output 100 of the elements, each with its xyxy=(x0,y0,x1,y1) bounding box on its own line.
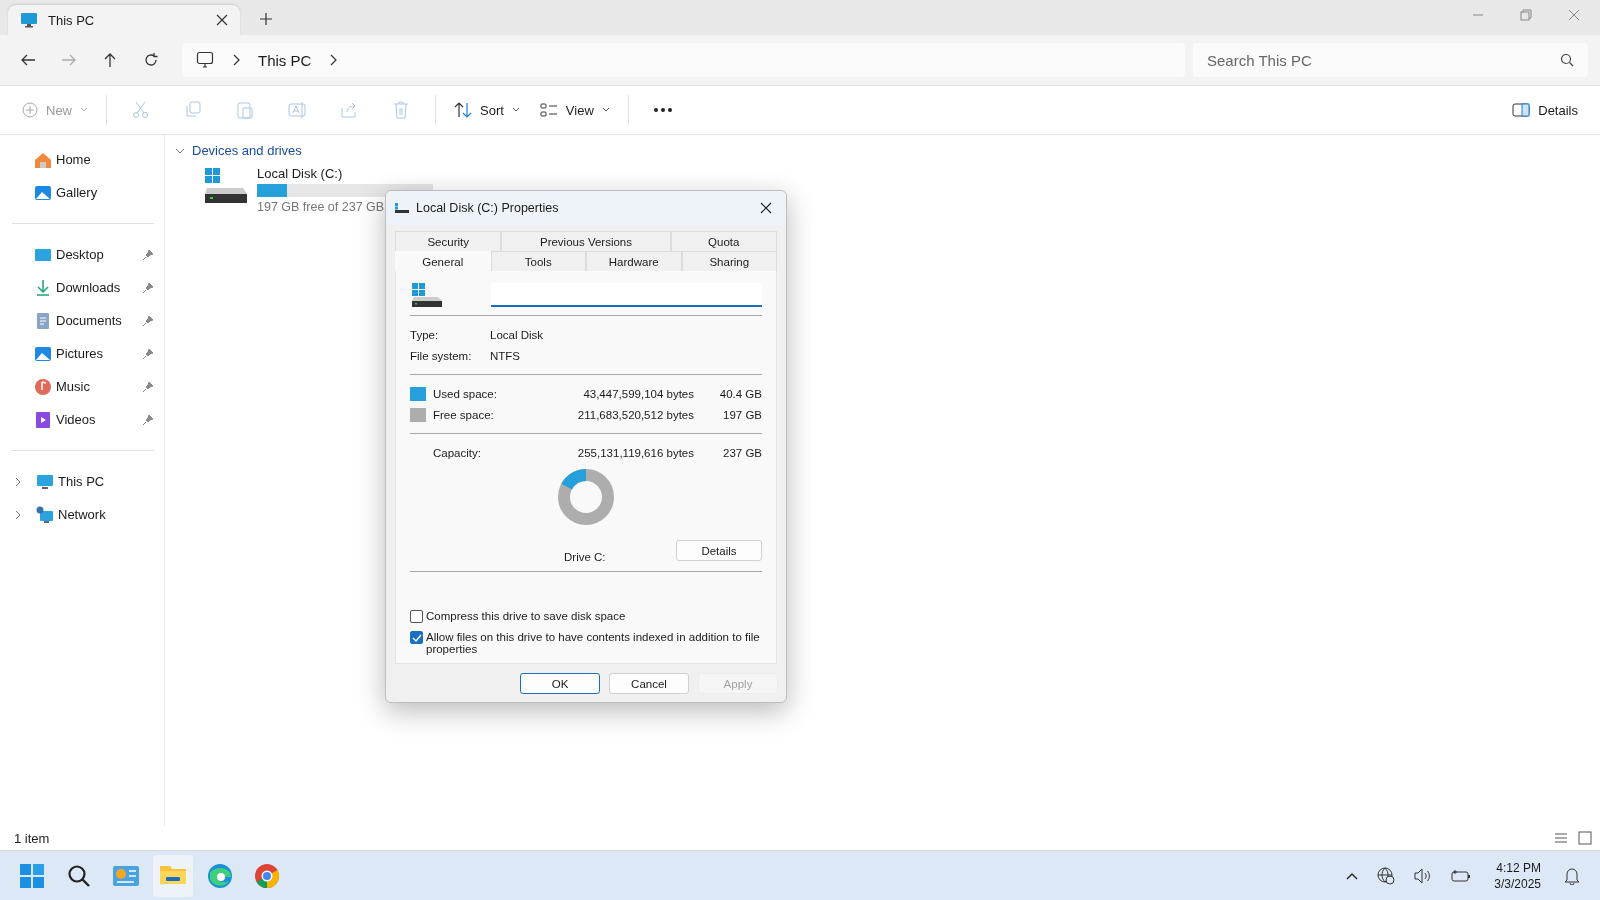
space-bytes: 255,131,119,616 bytes xyxy=(576,446,694,459)
checkbox-label: Compress this drive to save disk space xyxy=(426,610,626,622)
chevron-up-icon[interactable] xyxy=(1346,871,1359,880)
browser-icon xyxy=(207,862,233,889)
breadcrumb[interactable]: This PC xyxy=(258,51,312,69)
view-button[interactable]: View xyxy=(531,96,618,124)
search-icon xyxy=(67,863,91,888)
checkbox[interactable] xyxy=(410,610,423,623)
details-pane-icon xyxy=(1512,103,1531,117)
dialog-title: Local Disk (C:) Properties xyxy=(416,201,559,215)
sidebar-item[interactable]: Pictures xyxy=(10,337,154,370)
sidebar-item[interactable]: Videos xyxy=(10,403,154,436)
space-label: Capacity: xyxy=(433,446,482,459)
videos-icon xyxy=(34,410,52,429)
refresh-icon[interactable] xyxy=(143,52,159,68)
drive-icon xyxy=(394,202,410,214)
checkbox-option[interactable]: Compress this drive to save disk space xyxy=(410,610,762,623)
group-header[interactable]: Devices and drives xyxy=(175,143,1590,158)
volume-icon[interactable] xyxy=(1414,867,1433,884)
sidebar-item[interactable]: Desktop xyxy=(10,238,154,271)
sidebar-item[interactable]: Music xyxy=(10,370,154,403)
monitor-icon xyxy=(196,51,214,69)
globe-icon[interactable] xyxy=(1377,866,1396,885)
dialog-tab[interactable]: General xyxy=(395,251,491,271)
pin-icon[interactable] xyxy=(142,281,154,294)
sidebar-label: Music xyxy=(56,379,91,394)
drive-name-field[interactable] xyxy=(491,283,762,307)
sidebar-label: This PC xyxy=(58,474,105,489)
music-icon xyxy=(34,377,52,396)
chevron-right-icon[interactable] xyxy=(14,509,22,520)
item-count: 1 item xyxy=(14,830,50,846)
up-icon[interactable] xyxy=(102,52,118,68)
pin-icon[interactable] xyxy=(142,380,154,393)
chevron-right-icon[interactable] xyxy=(14,476,22,487)
dialog-tab[interactable]: Security xyxy=(395,231,502,251)
sidebar-item[interactable]: Downloads xyxy=(10,271,154,304)
back-icon[interactable] xyxy=(20,52,36,68)
more-icon[interactable] xyxy=(652,107,673,113)
drive-icon xyxy=(411,283,443,307)
sidebar-label: Videos xyxy=(56,412,97,427)
sidebar-item[interactable]: Network xyxy=(10,498,154,531)
plus-icon xyxy=(22,102,38,118)
pictures-icon xyxy=(34,344,52,363)
dialog-tab[interactable]: Quota xyxy=(670,231,777,251)
usage-donut xyxy=(556,467,616,527)
space-size: 237 GB xyxy=(722,446,762,459)
sidebar-label: Network xyxy=(58,507,106,522)
details-button[interactable]: Details xyxy=(1504,96,1586,124)
pin-icon[interactable] xyxy=(142,347,154,360)
pin-icon[interactable] xyxy=(142,413,154,426)
checkbox[interactable] xyxy=(410,631,423,644)
drive-icon xyxy=(203,166,249,204)
sidebar-item[interactable]: Home xyxy=(10,143,154,176)
documents-icon xyxy=(34,311,52,330)
monitor-icon xyxy=(20,12,38,28)
dialog-tab[interactable]: Sharing xyxy=(681,251,777,271)
field-value: Local Disk xyxy=(490,328,545,341)
dashboard-icon xyxy=(112,863,140,888)
caret-icon xyxy=(601,107,610,113)
sidebar-label: Documents xyxy=(56,313,123,328)
address-bar[interactable]: This PC xyxy=(182,43,1185,77)
dialog-tab[interactable]: Hardware xyxy=(586,251,682,271)
forward-icon[interactable] xyxy=(61,52,77,68)
date-text: 3/3/2025 xyxy=(1494,875,1541,892)
dialog-button[interactable]: OK xyxy=(520,673,600,694)
tiles-view-icon[interactable] xyxy=(1578,831,1592,845)
bell-icon[interactable] xyxy=(1564,866,1580,885)
pin-icon[interactable] xyxy=(142,248,154,261)
close-icon[interactable] xyxy=(760,202,772,214)
sidebar-item[interactable]: Documents xyxy=(10,304,154,337)
list-view-icon[interactable] xyxy=(1554,832,1568,844)
view-icon xyxy=(539,102,558,118)
browser-icon xyxy=(254,862,280,889)
battery-icon[interactable] xyxy=(1451,868,1472,883)
sort-button[interactable]: Sort xyxy=(446,96,528,124)
sort-icon xyxy=(454,102,472,118)
dialog-tab[interactable]: Tools xyxy=(490,251,586,271)
sidebar-item[interactable]: Gallery xyxy=(10,176,154,209)
pin-icon[interactable] xyxy=(142,314,154,327)
dialog-button[interactable]: Cancel xyxy=(609,673,689,694)
details-button[interactable]: Details xyxy=(676,540,762,561)
restore-icon[interactable] xyxy=(1520,9,1532,21)
field-label: Type: xyxy=(410,328,440,341)
close-icon[interactable] xyxy=(216,14,228,26)
sidebar-item[interactable]: This PC xyxy=(10,465,154,498)
space-label: Used space: xyxy=(433,387,498,400)
chevron-icon[interactable] xyxy=(329,54,338,66)
space-bytes: 43,447,599,104 bytes xyxy=(582,387,694,400)
gallery-icon xyxy=(34,183,52,202)
search-field[interactable]: Search This PC xyxy=(1193,43,1588,77)
start-icon xyxy=(19,862,45,889)
drive-name[interactable]: Local Disk (C:) xyxy=(257,166,343,181)
network-icon xyxy=(36,505,54,524)
new-tab-icon[interactable] xyxy=(260,13,272,25)
clock[interactable]: 4:12 PM 3/3/2025 xyxy=(1494,859,1541,892)
space-size: 197 GB xyxy=(722,408,762,421)
search-icon[interactable] xyxy=(1560,53,1574,67)
field-value: NTFS xyxy=(490,349,522,362)
dialog-tab[interactable]: Previous Versions xyxy=(501,231,671,251)
window-tab[interactable]: This PC xyxy=(8,5,240,35)
